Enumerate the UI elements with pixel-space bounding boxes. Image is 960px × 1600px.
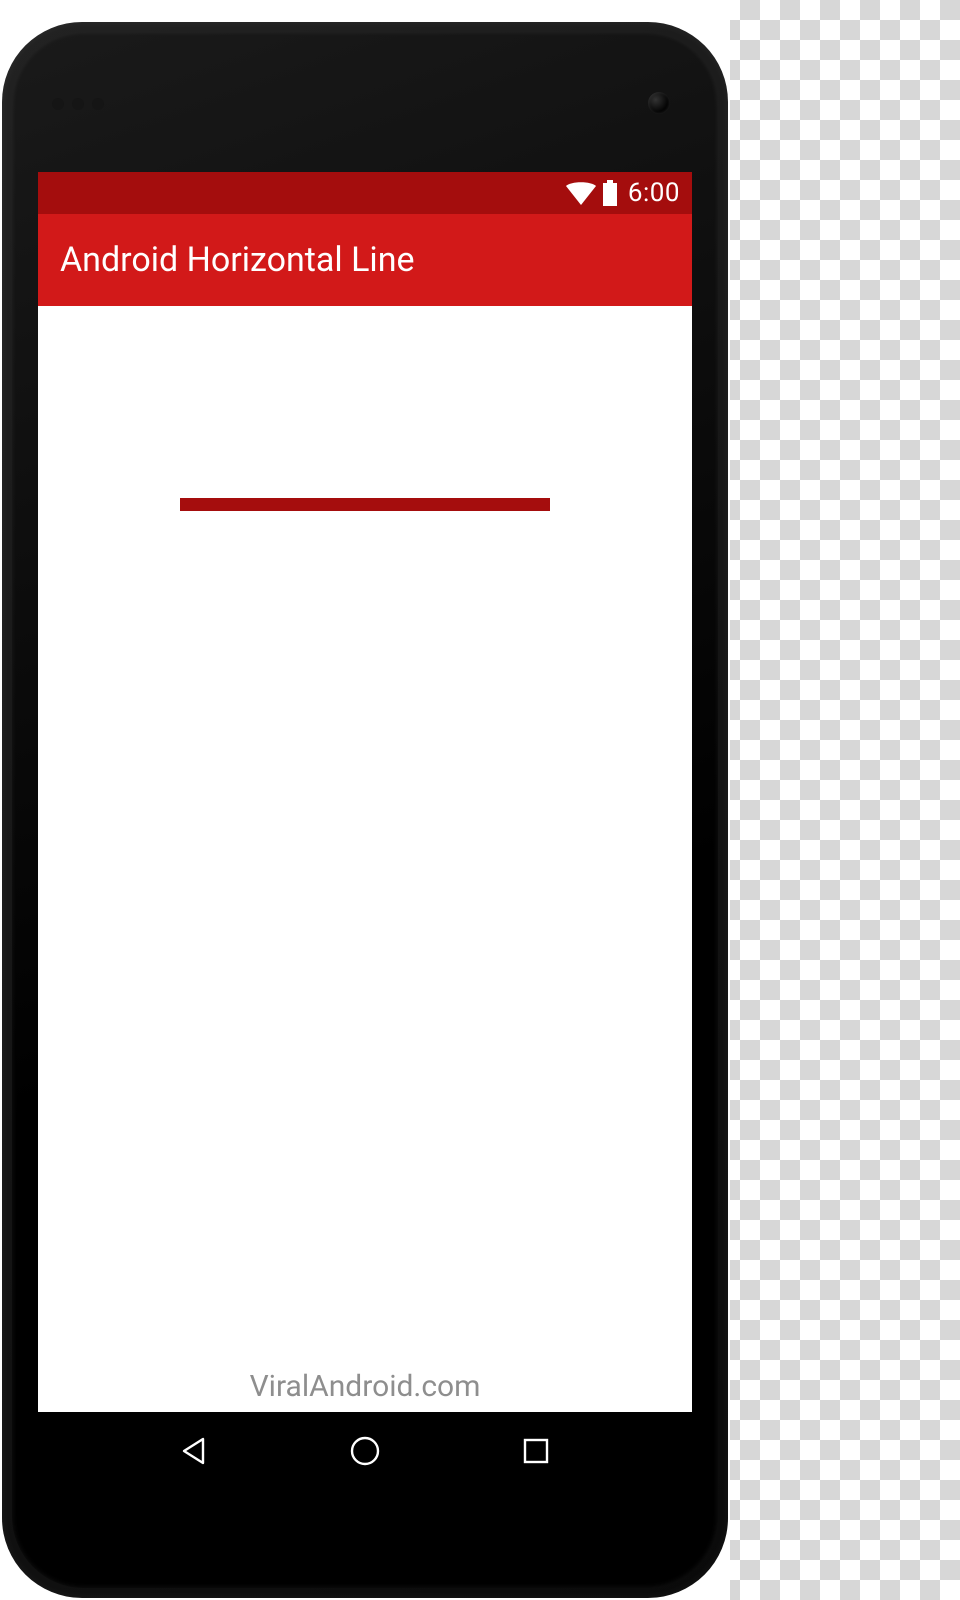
speaker-dot-icon [92, 98, 104, 110]
front-camera-icon [648, 92, 670, 114]
circle-home-icon [348, 1434, 382, 1468]
watermark-text: ViralAndroid.com [38, 1369, 692, 1404]
square-recents-icon [522, 1437, 550, 1465]
horizontal-line [180, 498, 550, 511]
wifi-icon [566, 181, 596, 205]
back-button[interactable] [174, 1431, 214, 1471]
phone-device-frame: 6:00 Android Horizontal Line ViralAndroi… [0, 0, 730, 1600]
content-area: ViralAndroid.com [38, 306, 692, 1412]
phone-speaker-slot [52, 98, 116, 110]
app-bar: Android Horizontal Line [38, 214, 692, 306]
triangle-back-icon [179, 1436, 209, 1466]
battery-icon [602, 180, 618, 206]
status-bar: 6:00 [38, 172, 692, 214]
speaker-dot-icon [52, 98, 64, 110]
phone-body: 6:00 Android Horizontal Line ViralAndroi… [2, 22, 728, 1598]
home-button[interactable] [345, 1431, 385, 1471]
recent-apps-button[interactable] [516, 1431, 556, 1471]
app-bar-title: Android Horizontal Line [60, 240, 415, 280]
status-bar-time: 6:00 [628, 178, 680, 208]
phone-screen: 6:00 Android Horizontal Line ViralAndroi… [38, 172, 692, 1490]
speaker-dot-icon [72, 98, 84, 110]
navigation-bar [38, 1412, 692, 1490]
